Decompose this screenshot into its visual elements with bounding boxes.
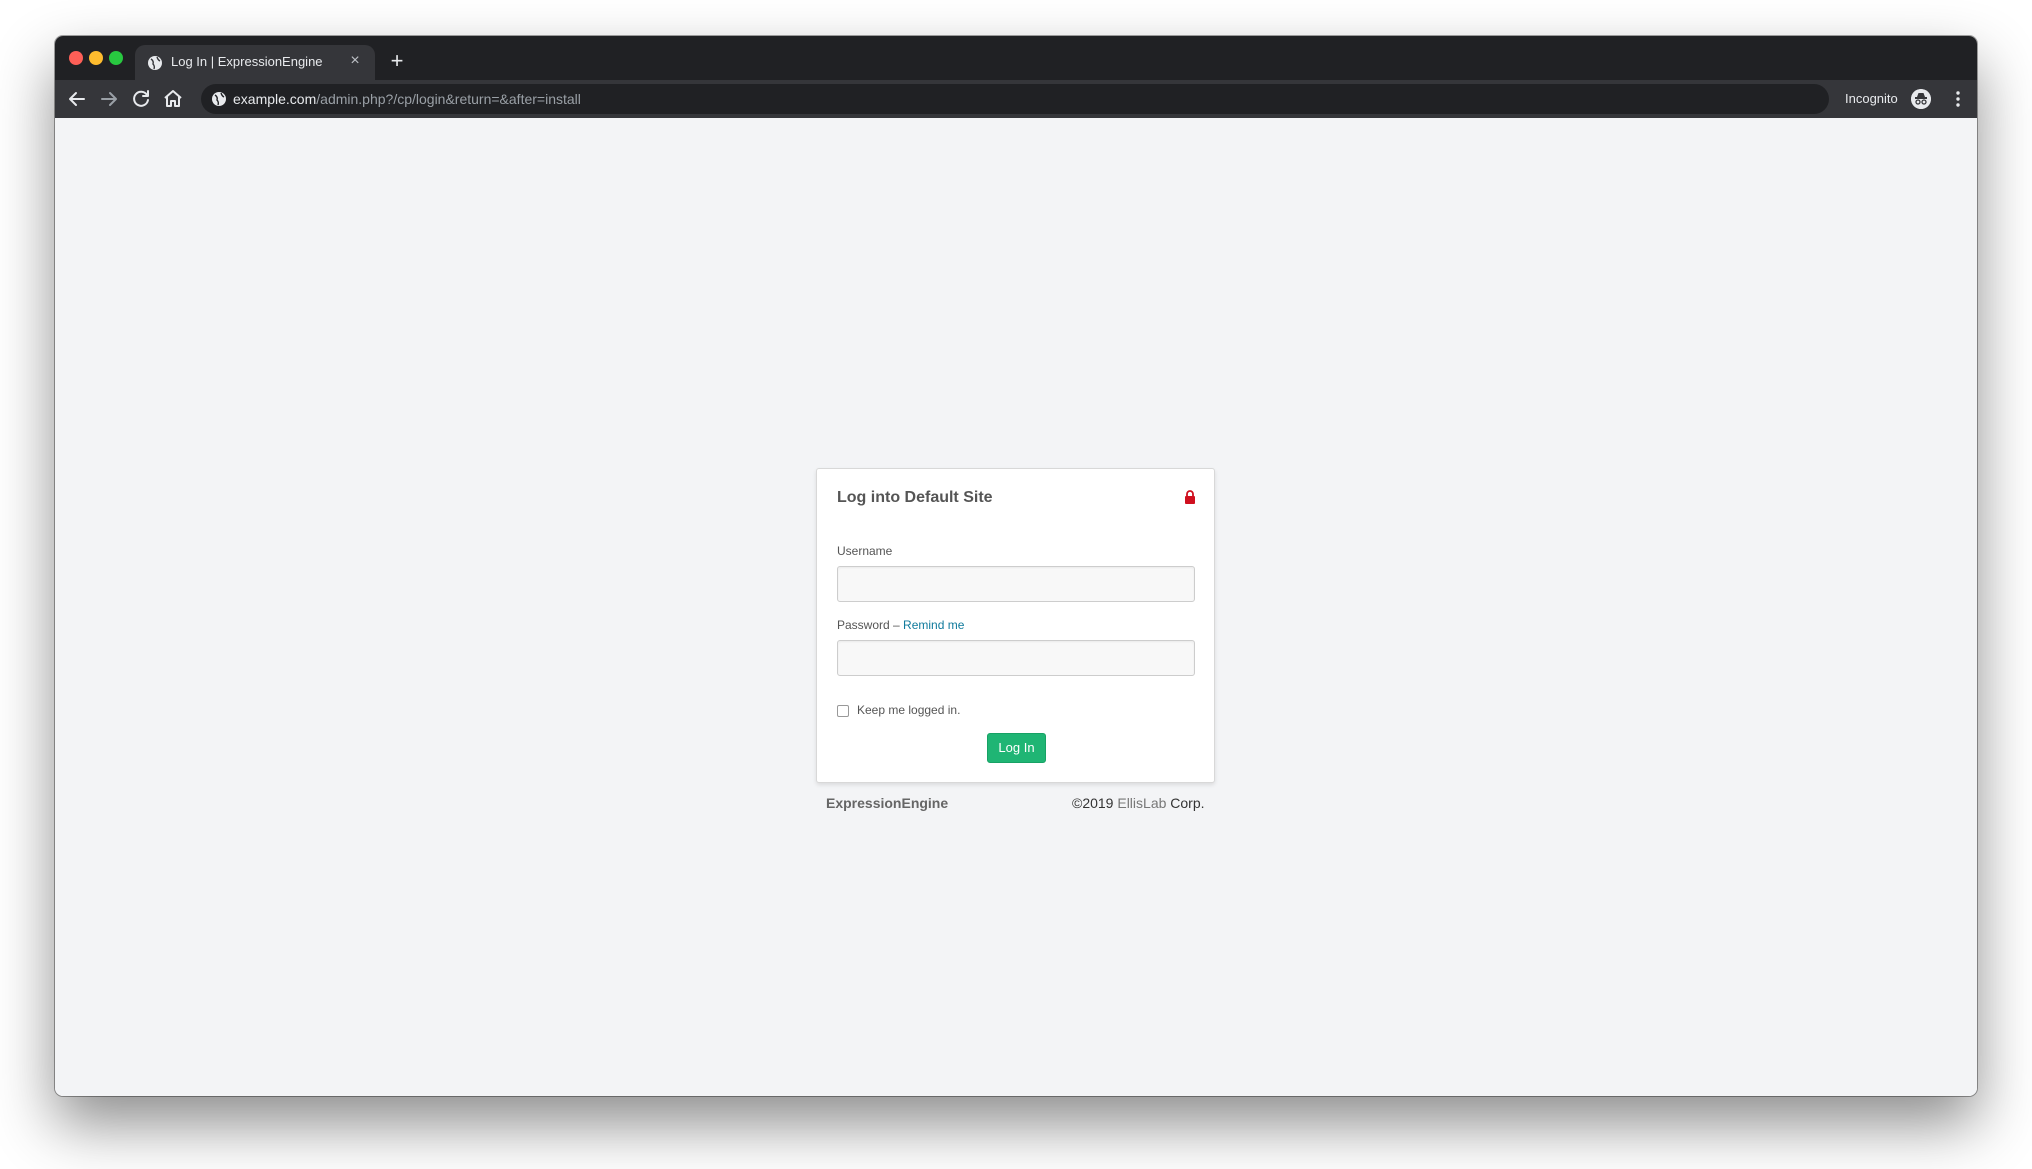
copyright-year: ©2019	[1072, 795, 1114, 811]
browser-toolbar: example.com/admin.php?/cp/login&return=&…	[55, 80, 1977, 118]
username-input[interactable]	[837, 566, 1195, 602]
lock-icon	[1185, 490, 1195, 504]
incognito-icon[interactable]	[1911, 89, 1931, 109]
incognito-label: Incognito	[1845, 91, 1898, 106]
new-tab-button[interactable]: +	[385, 50, 409, 74]
tab-title: Log In | ExpressionEngine	[171, 54, 323, 69]
password-label: Password –	[837, 618, 900, 632]
browser-tab[interactable]: Log In | ExpressionEngine ×	[135, 45, 375, 80]
login-title: Log into Default Site	[837, 489, 993, 506]
remind-me-link[interactable]: Remind me	[903, 618, 964, 632]
keep-logged-in-label[interactable]: Keep me logged in.	[857, 703, 960, 717]
reload-icon[interactable]	[129, 87, 153, 111]
username-label: Username	[837, 544, 893, 558]
login-panel: Log into Default Site Username Password …	[816, 468, 1215, 783]
copyright-suffix: Corp.	[1170, 795, 1205, 811]
site-info-icon[interactable]	[211, 91, 227, 107]
password-input[interactable]	[837, 640, 1195, 676]
url-path: /admin.php?/cp/login&return=&after=insta…	[316, 91, 581, 107]
browser-window: Log In | ExpressionEngine × + example.co…	[55, 36, 1977, 1096]
close-tab-icon[interactable]: ×	[345, 51, 365, 71]
maximize-window-button[interactable]	[109, 51, 123, 65]
footer-copyright: ©2019 EllisLab Corp.	[1072, 795, 1205, 811]
keep-logged-in-checkbox[interactable]	[837, 705, 849, 717]
back-arrow-icon[interactable]	[65, 87, 89, 111]
url-host: example.com	[233, 91, 317, 107]
footer-brand: ExpressionEngine	[826, 795, 949, 811]
more-menu-icon[interactable]	[1948, 89, 1968, 109]
login-button[interactable]: Log In	[987, 733, 1046, 763]
password-label-row: Password – Remind me	[837, 618, 964, 632]
address-bar[interactable]: example.com/admin.php?/cp/login&return=&…	[201, 84, 1829, 114]
home-icon[interactable]	[161, 87, 185, 111]
minimize-window-button[interactable]	[89, 51, 103, 65]
forward-arrow-icon[interactable]	[97, 87, 121, 111]
close-window-button[interactable]	[69, 51, 83, 65]
ellislab-link[interactable]: EllisLab	[1117, 795, 1166, 811]
globe-icon	[148, 56, 162, 70]
title-bar: Log In | ExpressionEngine × +	[55, 36, 1977, 80]
url-text: example.com/admin.php?/cp/login&return=&…	[233, 91, 581, 107]
page-content: Log into Default Site Username Password …	[55, 118, 1977, 1096]
